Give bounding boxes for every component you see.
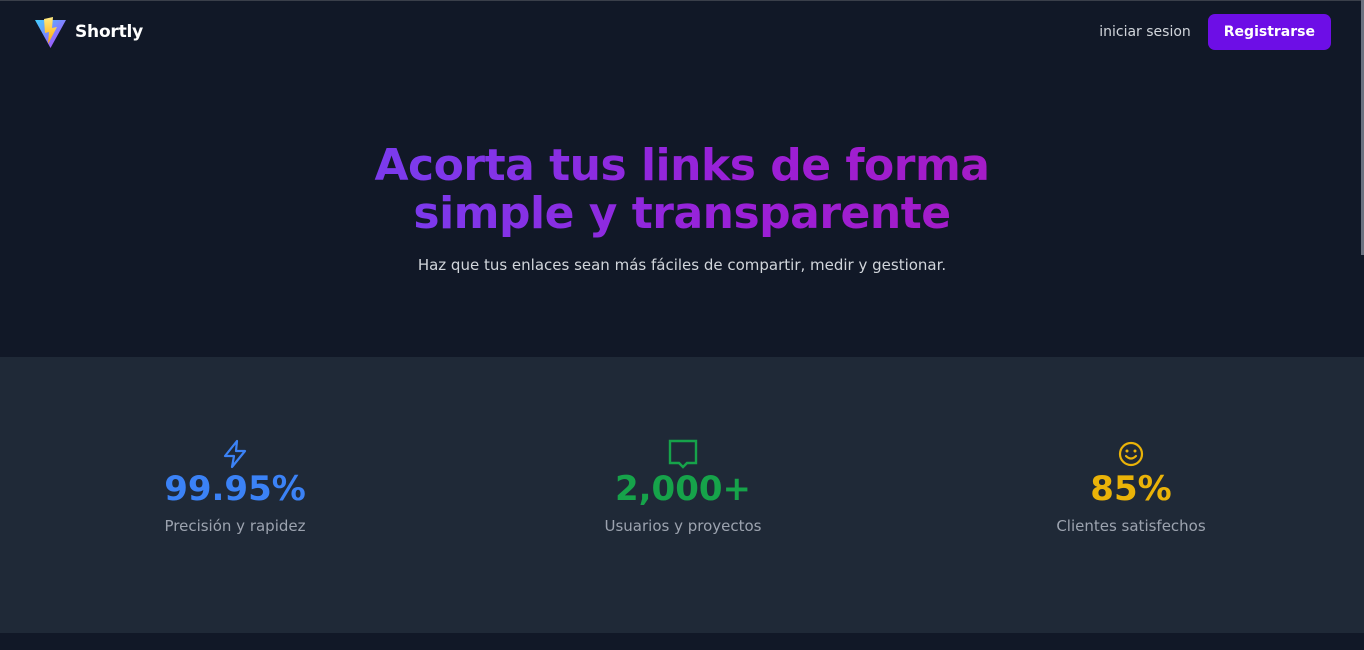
brand-name: Shortly — [75, 22, 144, 42]
hero-title: Acorta tus links de forma simple y trans… — [0, 142, 1364, 238]
hero-section: Acorta tus links de forma simple y trans… — [0, 63, 1364, 357]
stat-satisfaction: 85% Clientes satisfechos — [981, 439, 1281, 535]
hero-title-line2: simple y transparente — [413, 188, 951, 239]
brand[interactable]: Shortly — [34, 16, 143, 49]
stat-value: 85% — [1090, 469, 1172, 509]
stat-label: Clientes satisfechos — [1056, 517, 1206, 535]
vite-logo-icon — [35, 16, 66, 48]
stat-precision: 99.95% Precisión y rapidez — [85, 439, 385, 535]
register-button[interactable]: Registrarse — [1207, 14, 1331, 50]
bottom-band — [0, 633, 1364, 650]
login-link[interactable]: iniciar sesion — [1099, 24, 1191, 40]
stat-label: Usuarios y proyectos — [604, 517, 762, 535]
stats-section: 99.95% Precisión y rapidez 2,000+ Usuari… — [0, 357, 1364, 633]
stat-users: 2,000+ Usuarios y proyectos — [533, 439, 833, 535]
stat-label: Precisión y rapidez — [164, 517, 306, 535]
smiley-icon — [1118, 441, 1144, 467]
hero-title-line1: Acorta tus links de forma — [374, 140, 990, 191]
stat-value: 99.95% — [164, 469, 306, 509]
lightning-icon — [223, 439, 247, 469]
stat-value: 2,000+ — [614, 469, 752, 509]
navbar: Shortly iniciar sesion Registrarse — [0, 1, 1364, 63]
inbox-icon — [668, 439, 698, 469]
nav-actions: iniciar sesion Registrarse — [1099, 14, 1331, 50]
hero-subtitle: Haz que tus enlaces sean más fáciles de … — [417, 256, 947, 274]
